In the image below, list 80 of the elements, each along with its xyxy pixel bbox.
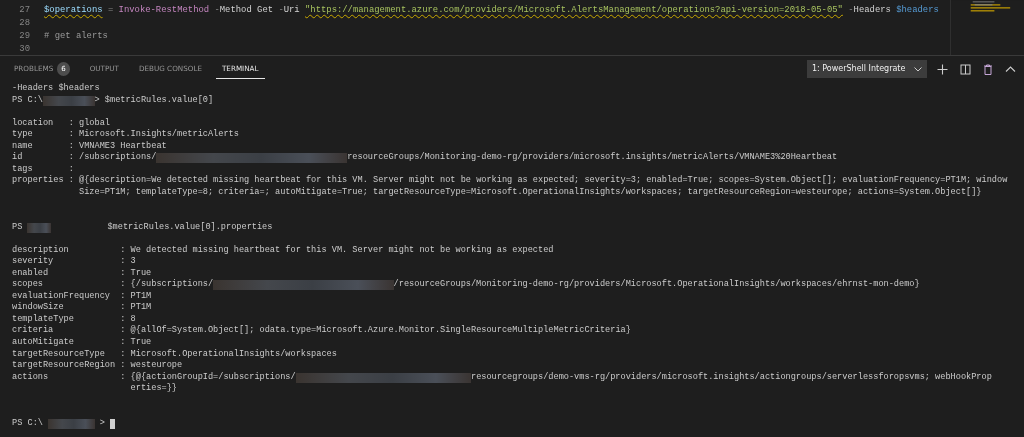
line-number: 28 (18, 17, 30, 30)
terminal-text: westeurope (130, 360, 183, 372)
terminal-text: $metricRules.value[0].properties (107, 221, 273, 234)
terminal-text: PT1M (130, 302, 152, 314)
maximize-panel-button[interactable] (1003, 63, 1018, 75)
property-key: windowSize (12, 302, 121, 314)
property-key: tags (12, 163, 69, 176)
property-key: id (12, 152, 69, 164)
terminal-select[interactable]: 1: PowerShell Integrate (807, 60, 927, 78)
terminal-text: True (130, 267, 152, 279)
terminal-text: 3 (130, 256, 136, 268)
text-cursor (109, 418, 115, 429)
trash-button[interactable] (981, 61, 995, 77)
terminal-text: resourcegroups/demo-vms-rg/providers/microsoft.insights/actiongroups/serverlessforopsvms; webHookProp (470, 371, 992, 384)
terminal-text: PS (12, 221, 23, 234)
terminal-text: @{description=We detected missing heartbeat for this VM. Server might not be working as expected; severity=3; enabled=True; scopes=System.Object[]; evaluationFrequency=PT1M; window (79, 175, 1008, 187)
terminal-text: {@{actionGroupId=/subscriptions/ (130, 371, 296, 383)
terminal-text: Microsoft.OperationalInsights/workspaces (130, 348, 337, 361)
colon: : (68, 163, 75, 176)
colon: : (68, 175, 75, 187)
terminal-text: @{allOf=System.Object[]; odata.type=Microsoft.Azure.Monitor.SingleResourceMultipleMetricCriteria} (130, 325, 631, 338)
property-key: templateType (12, 313, 121, 326)
terminal-text: resourceGroups/Monitoring-demo-rg/providers/microsoft.insights/metricAlerts/VMNAME3%20Heartbeat (347, 152, 838, 164)
colon: : (68, 117, 75, 130)
colon: : (120, 279, 127, 291)
property-key: autoMitigate (12, 337, 121, 349)
property-key: criteria (12, 325, 121, 338)
colon: : (120, 302, 127, 314)
terminal-text: -Headers $headers (12, 83, 100, 95)
line-number: 29 (18, 30, 30, 43)
colon: : (120, 348, 127, 361)
colon: : (120, 290, 127, 303)
terminal-text: 8 (130, 313, 136, 325)
chevron-down-icon (914, 66, 922, 72)
property-key: targetResourceRegion (12, 360, 121, 372)
terminal-text: {/subscriptions/ (130, 279, 214, 291)
property-key: type (12, 129, 69, 141)
property-key: severity (12, 256, 121, 268)
code-line: $operations = Invoke-RestMethod -Method Get -Uri "https://management.azure.com/providers/Microsoft.AlertsManagement/operations?api-version=2018-05-05" -Headers $headers (44, 4, 939, 17)
terminal-text: PS C:\ (12, 417, 43, 430)
terminal-text: We detected missing heartbeat for this VM. Server might not be working as expected (130, 244, 554, 257)
terminal-text: Size=PT1M; templateType=8; criteria=; autoMitigate=True; targetResourceType=Microsoft.OperationalInsights/workspaces; targetResourceRegion=westeurope; actions=System.Object[]} (79, 186, 982, 199)
property-key: location (12, 117, 69, 130)
terminal-text: /resourceGroups/Monitoring-demo-rg/providers/Microsoft.OperationalInsights/workspaces/ehrnst-mon-demo} (393, 279, 920, 291)
terminal-text: PS C:\ (12, 94, 43, 107)
property-key: description (12, 244, 121, 257)
terminal-text: Microsoft.Insights/metricAlerts (79, 129, 239, 141)
terminal-text: True (130, 337, 152, 349)
colon: : (68, 140, 75, 153)
redacted-block (42, 95, 95, 106)
property-key: name (12, 140, 69, 153)
property-key: evaluationFrequency (12, 290, 121, 303)
redacted-block (48, 418, 95, 429)
colon: : (120, 325, 127, 338)
colon: : (120, 256, 127, 268)
colon: : (120, 267, 127, 280)
property-key: actions (12, 371, 121, 384)
colon: : (120, 360, 127, 372)
colon: : (120, 337, 127, 349)
terminal-text: erties=}} (130, 383, 178, 395)
line-number: 30 (18, 43, 30, 55)
colon: : (120, 371, 127, 384)
terminal-text: /subscriptions/ (79, 152, 157, 164)
terminal-text: global (79, 117, 110, 129)
terminal-text: VMNAME3 Heartbeat (79, 140, 167, 152)
split-terminal-button[interactable] (958, 61, 973, 77)
property-key: enabled (12, 267, 121, 280)
redacted-block (27, 222, 51, 233)
colon: : (68, 129, 75, 141)
property-key: scopes (12, 279, 121, 291)
terminal-text: PT1M (130, 290, 152, 303)
property-key: properties (12, 175, 69, 187)
colon: : (68, 152, 75, 164)
line-number: 27 (18, 4, 30, 17)
terminal-text: > (99, 417, 105, 430)
colon: : (120, 244, 127, 257)
code-line: # get alerts (44, 30, 108, 43)
terminal-text: > $metricRules.value[0] (94, 94, 214, 107)
colon: : (120, 313, 127, 326)
property-key: targetResourceType (12, 348, 121, 361)
